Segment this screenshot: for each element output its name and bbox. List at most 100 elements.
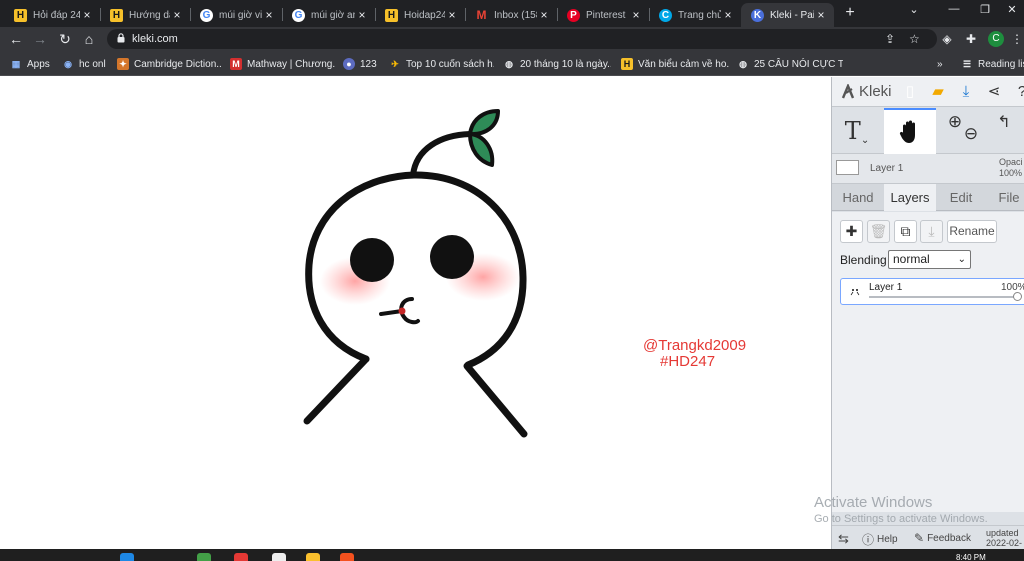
tab-edit[interactable]: Edit — [936, 184, 986, 211]
close-tab-icon[interactable]: × — [537, 8, 551, 22]
rename-button[interactable]: Rename — [947, 220, 997, 243]
close-tab-icon[interactable]: × — [262, 8, 276, 22]
browser-tab-strip: H Hỏi đáp 24 × H Hướng dẫ × G múi giờ vi… — [0, 0, 1024, 27]
bookmark-123[interactable]: ● 123 — [343, 56, 377, 72]
bookmark-mathway[interactable]: M Mathway | Chương... — [230, 56, 335, 72]
duplicate-layer-icon[interactable]: ⧉ — [894, 220, 917, 243]
tab-hoidap-1[interactable]: H Hỏi đáp 24 × — [4, 3, 100, 27]
menu-kebab-icon[interactable]: ⋮ — [1010, 32, 1024, 46]
text-tool-icon[interactable]: T ⌄ — [832, 108, 882, 154]
share-icon[interactable]: ⇪ — [885, 32, 895, 46]
new-file-icon[interactable]: ▯ — [900, 82, 920, 102]
chevron-down-icon[interactable]: ⌄ — [861, 135, 869, 146]
help-icon[interactable]: ? — [1012, 82, 1024, 102]
bookmark-label: Top 10 cuốn sách h... — [406, 58, 494, 70]
bookmark-hc-onl[interactable]: ◉ hc onl — [62, 56, 106, 72]
bookmark-star-icon[interactable]: ☆ — [909, 32, 920, 46]
address-bar[interactable]: kleki.com ⇪ ☆ — [107, 29, 937, 49]
tab-pinterest[interactable]: P Pinterest × — [557, 3, 649, 27]
close-tab-icon[interactable]: × — [814, 8, 828, 22]
tab-search-icon[interactable]: ⌄ — [904, 3, 924, 16]
taskbar-app-icon[interactable] — [272, 553, 286, 561]
extensions-puzzle-icon[interactable]: ✚ — [964, 32, 978, 46]
lock-icon[interactable] — [117, 33, 125, 43]
url-text[interactable]: kleki.com — [132, 33, 178, 45]
bookmarks-overflow-button[interactable]: » — [937, 56, 943, 72]
bookmark-20-thang-10[interactable]: ◍ 20 tháng 10 là ngày... — [503, 56, 611, 72]
tab-trang-chu[interactable]: C Trang chủ × — [649, 3, 741, 27]
help-button[interactable]: ⓘ Help — [862, 531, 898, 548]
tab-kleki[interactable]: K Kleki - Pai × — [741, 3, 834, 27]
kleki-side-panel: Kleki ▯ ▰ ⤓ ⋖ ? T⌄ ⊕ ⊖ ↰ Layer 1 Opaci 1… — [831, 77, 1024, 549]
share-icon[interactable]: ⋖ — [984, 82, 1004, 102]
new-tab-button[interactable]: + — [842, 4, 858, 22]
back-arrow-icon[interactable]: ← — [7, 30, 25, 48]
tab-hoidap-3[interactable]: H Hoidap24 × — [375, 3, 465, 27]
close-tab-icon[interactable]: × — [721, 8, 735, 22]
forward-arrow-icon[interactable]: → — [31, 30, 49, 48]
tab-title: Inbox (158 — [494, 9, 537, 21]
layer-item-thumbnail — [847, 285, 863, 297]
layer-thumbnail — [836, 160, 859, 175]
layer-opacity-slider-handle[interactable] — [1013, 292, 1022, 301]
tab-google-1[interactable]: G múi giờ vi × — [190, 3, 282, 27]
delete-layer-icon[interactable]: 🗑 — [867, 220, 890, 243]
bookmark-25-cau-noi[interactable]: ◍ 25 CÂU NÓI CỰC T... — [737, 56, 843, 72]
taskbar-app-icon[interactable] — [234, 553, 248, 561]
close-tab-icon[interactable]: × — [80, 8, 94, 22]
close-tab-icon[interactable]: × — [170, 8, 184, 22]
layer-list-item[interactable]: Layer 1 100% — [840, 278, 1024, 305]
kleki-icon: K — [751, 8, 764, 22]
opacity-value: 100% — [999, 168, 1023, 178]
profile-avatar[interactable]: C — [988, 31, 1004, 47]
minimize-icon[interactable]: — — [944, 3, 964, 15]
activate-windows-subtitle: Go to Settings to activate Windows. — [814, 513, 988, 525]
reload-icon[interactable]: ↻ — [56, 30, 74, 48]
zoom-out-icon[interactable]: ⊖ — [956, 108, 986, 154]
feedback-button[interactable]: ✎ Feedback — [914, 531, 971, 545]
taskbar-app-icon[interactable] — [197, 553, 211, 561]
tool-bar: T ⌄ ⊕ ⊖ ↰ — [832, 108, 1024, 154]
reading-list-button[interactable]: ☰ Reading list — [961, 56, 1024, 72]
tab-hand[interactable]: Hand — [832, 184, 884, 211]
hand-tool-button[interactable] — [884, 108, 936, 154]
tab-hoidap-2[interactable]: H Hướng dẫ × — [100, 3, 190, 27]
open-folder-icon[interactable]: ▰ — [928, 82, 948, 102]
bookmark-apps[interactable]: ▦ Apps — [10, 56, 50, 72]
close-tab-icon[interactable]: × — [355, 8, 369, 22]
layers-panel: ✚ 🗑 ⧉ ⤓ Rename Blending normal ⌄ Layer 1… — [832, 212, 1024, 512]
tab-file[interactable]: File — [986, 184, 1024, 211]
add-layer-button[interactable]: ✚ — [840, 220, 863, 243]
bookmark-top-10[interactable]: ✈ Top 10 cuốn sách h... — [389, 56, 494, 72]
taskbar-chrome-icon[interactable] — [340, 553, 354, 561]
bookmark-label: 123 — [360, 58, 377, 70]
kleki-logo[interactable]: Kleki — [840, 83, 892, 100]
close-tab-icon[interactable]: × — [629, 8, 643, 22]
reading-list-label: Reading list — [978, 58, 1024, 70]
blending-mode-select[interactable]: normal ⌄ — [888, 250, 971, 269]
home-icon[interactable]: ⌂ — [80, 30, 98, 48]
restore-icon[interactable]: ❐ — [975, 3, 995, 16]
layer-opacity-slider[interactable] — [869, 296, 1019, 298]
bookmark-van-bieu-cam[interactable]: H Văn biểu cảm về ho... — [621, 56, 729, 72]
taskbar-app-icon[interactable] — [120, 553, 134, 561]
undo-icon[interactable]: ↰ — [992, 108, 1016, 154]
windows-taskbar: 8:40 PM — [0, 549, 1024, 561]
tab-gmail[interactable]: M Inbox (158 × — [465, 3, 557, 27]
merge-down-icon[interactable]: ⤓ — [920, 220, 943, 243]
bookmark-label: Apps — [27, 58, 50, 70]
bookmark-cambridge[interactable]: ✦ Cambridge Diction... — [117, 56, 221, 72]
watermark-hashtag: #HD247 — [660, 353, 716, 370]
tab-layers[interactable]: Layers — [884, 184, 936, 211]
hoidap-icon: H — [110, 8, 123, 22]
close-window-icon[interactable]: ✕ — [1002, 3, 1022, 16]
extension-shield-icon[interactable]: ◈ — [940, 32, 954, 46]
download-icon[interactable]: ⤓ — [956, 82, 976, 102]
swap-icon[interactable]: ⇆ — [838, 531, 849, 547]
tab-google-2[interactable]: G múi giờ an × — [282, 3, 375, 27]
drawing-canvas[interactable]: @Trangkd2009 #HD247 — [0, 77, 831, 549]
tab-title: Kleki - Pai — [770, 9, 814, 21]
taskbar-app-icon[interactable] — [306, 553, 320, 561]
current-layer-strip[interactable]: Layer 1 Opaci 100% — [832, 154, 1024, 184]
close-tab-icon[interactable]: × — [445, 8, 459, 22]
